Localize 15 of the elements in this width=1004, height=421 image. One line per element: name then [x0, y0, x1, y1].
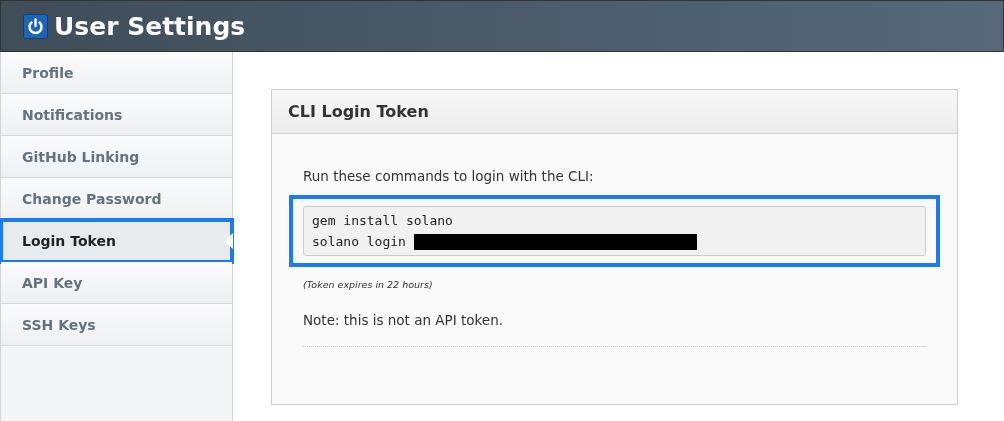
- sidebar-item[interactable]: Notifications: [1, 94, 232, 136]
- expiry-note: (Token expires in 22 hours): [303, 279, 434, 290]
- code-line: solano login: [312, 233, 406, 251]
- power-icon: [23, 13, 48, 39]
- code-line: gem install solano: [312, 212, 453, 230]
- sidebar-item[interactable]: Profile: [1, 52, 232, 94]
- note-text: Note: this is not an API token.: [303, 312, 504, 328]
- sidebar-item[interactable]: Login Token: [1, 220, 232, 262]
- panel-title: CLI Login Token: [288, 102, 429, 121]
- sidebar-item[interactable]: Change Password: [1, 178, 232, 220]
- sidebar-item[interactable]: SSH Keys: [1, 304, 232, 346]
- sidebar-item[interactable]: GitHub Linking: [1, 136, 232, 178]
- page-title: User Settings: [54, 11, 246, 41]
- instructions-text: Run these commands to login with the CLI:: [303, 168, 595, 184]
- sidebar-item[interactable]: API Key: [1, 262, 232, 304]
